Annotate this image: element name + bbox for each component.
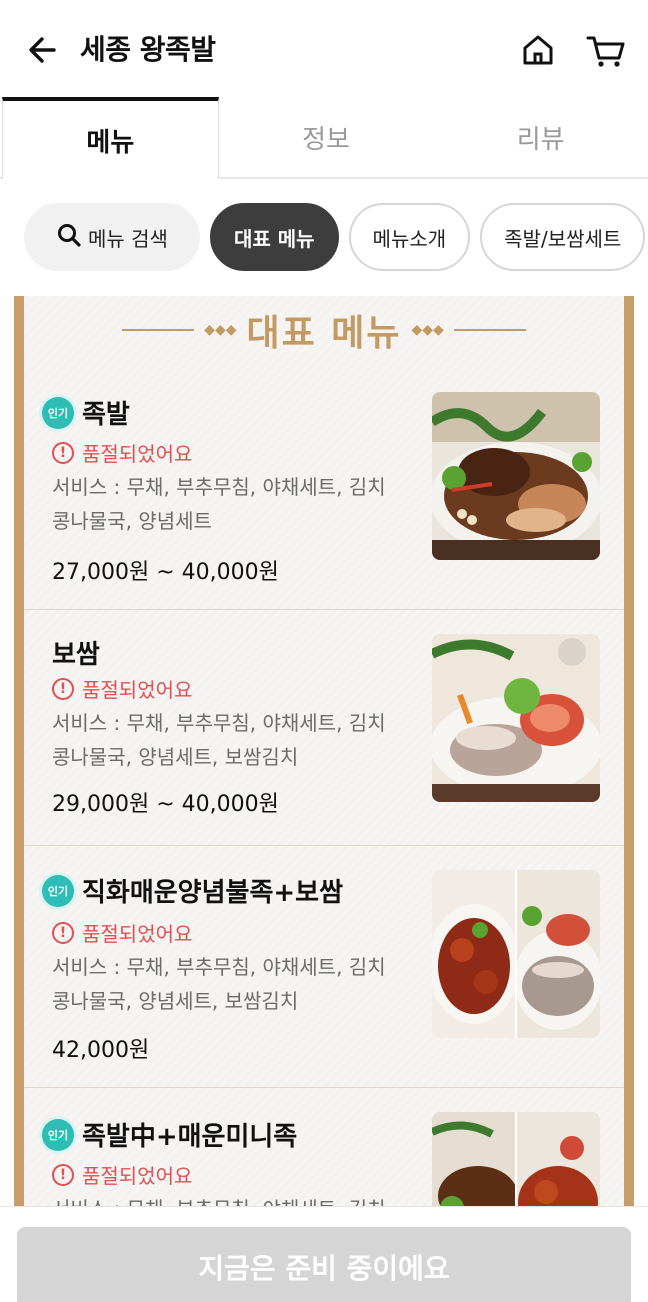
warning-icon: ! — [52, 1163, 74, 1186]
bottom-action-bar: 지금은 준비 중이에요 — [0, 1206, 648, 1302]
chip-signature-menu[interactable]: 대표 메뉴 — [209, 203, 339, 271]
menu-item[interactable]: 인기 족발 ! 품절되었어요 서비스 : 무채, 부추무침, 야채세트, 김치 … — [24, 368, 624, 610]
soldout-label: 품절되었어요 — [82, 442, 193, 466]
menu-item-name-row: 인기 족발中+매운미니족 — [42, 1116, 297, 1153]
tab-review[interactable]: 리뷰 — [433, 97, 648, 177]
chip-jokbal-bossam-set[interactable]: 족발/보쌈세트 — [480, 203, 646, 271]
soldout-status: ! 품절되었어요 — [52, 918, 192, 947]
soldout-label: 품절되었어요 — [82, 1164, 193, 1188]
store-tabs: 메뉴 정보 리뷰 — [0, 97, 648, 179]
menu-item-name-row: 인기 족발 — [42, 394, 130, 431]
ornament-diamonds-left: ◆◆◆ — [204, 322, 237, 338]
description-line: 서비스 : 무채, 부추무침, 야채세트, 김치 — [52, 711, 386, 735]
popular-badge: 인기 — [42, 396, 74, 429]
jokbal-photo — [432, 392, 600, 560]
app-header: 세종 왕족발 — [0, 0, 648, 100]
warning-icon: ! — [52, 441, 74, 464]
description-line: 콩나물국, 양념세트, 보쌈김치 — [52, 989, 299, 1013]
menu-search-label: 메뉴 검색 — [88, 226, 168, 251]
board-title: 대표 메뉴 — [246, 313, 402, 354]
back-arrow-icon[interactable] — [24, 30, 64, 70]
menu-item-description: 서비스 : 무채, 부추무침, 야채세트, 김치 콩나물국, 양념세트 — [52, 470, 422, 538]
warning-icon: ! — [52, 677, 74, 700]
ornament-diamonds-right: ◆◆◆ — [411, 322, 444, 338]
menu-item[interactable]: 인기 직화매운양념불족+보쌈 ! 품절되었어요 서비스 : 무채, 부추무침, … — [24, 846, 624, 1088]
menu-item-price: 29,000원 ~ 40,000원 — [52, 792, 279, 817]
spicy-jokbal-bossam-photo — [432, 870, 600, 1038]
description-line: 콩나물국, 양념세트 — [52, 509, 212, 533]
menu-item-name-row: 보쌈 — [52, 634, 100, 671]
menu-item-description: 서비스 : 무채, 부추무침, 야채세트, 김치 콩나물국, 양념세트, 보쌈김… — [52, 950, 422, 1018]
warning-icon: ! — [52, 921, 74, 944]
tab-info[interactable]: 정보 — [219, 97, 434, 177]
tab-menu[interactable]: 메뉴 — [2, 97, 219, 179]
store-title: 세종 왕족발 — [80, 33, 216, 66]
soldout-label: 품절되었어요 — [82, 678, 193, 702]
ornament-line-left — [122, 329, 195, 331]
menu-item-name: 족발 — [82, 400, 130, 430]
menu-search-button[interactable]: 메뉴 검색 — [24, 203, 200, 271]
menu-item-description: 서비스 : 무채, 부추무침, 야채세트, 김치 콩나물국, 양념세트, 보쌈김… — [52, 706, 422, 774]
chip-menu-intro[interactable]: 메뉴소개 — [348, 203, 471, 271]
ornament-line-right — [453, 329, 526, 331]
menu-category-chips: 메뉴 검색 대표 메뉴 메뉴소개 족발/보쌈세트 — [24, 203, 648, 273]
order-button-disabled[interactable]: 지금은 준비 중이에요 — [17, 1227, 631, 1302]
soldout-status: ! 품절되었어요 — [52, 674, 192, 703]
board-title-row: ◆◆◆ 대표 메뉴 ◆◆◆ — [24, 300, 624, 360]
menu-item-price: 42,000원 — [52, 1038, 150, 1063]
soldout-status: ! 품절되었어요 — [52, 438, 192, 467]
menu-board-panel: ◆◆◆ 대표 메뉴 ◆◆◆ 인기 족발 ! 품절되었어요 서비스 : 무채, 부… — [24, 296, 624, 1302]
popular-badge: 인기 — [42, 874, 74, 907]
cart-icon[interactable] — [584, 30, 628, 70]
description-line: 서비스 : 무채, 부추무침, 야채세트, 김치 — [52, 955, 386, 979]
menu-item[interactable]: 보쌈 ! 품절되었어요 서비스 : 무채, 부추무침, 야채세트, 김치 콩나물… — [24, 610, 624, 846]
menu-board: ◆◆◆ 대표 메뉴 ◆◆◆ 인기 족발 ! 품절되었어요 서비스 : 무채, 부… — [14, 296, 634, 1302]
description-line: 서비스 : 무채, 부추무침, 야채세트, 김치 — [52, 475, 386, 499]
popular-badge: 인기 — [42, 1118, 74, 1151]
soldout-label: 품절되었어요 — [82, 922, 193, 946]
menu-item-name: 족발中+매운미니족 — [82, 1122, 298, 1152]
menu-item-name: 보쌈 — [52, 640, 100, 670]
menu-item-name-row: 인기 직화매운양념불족+보쌈 — [42, 872, 343, 909]
soldout-status: ! 품절되었어요 — [52, 1160, 192, 1189]
search-icon — [56, 222, 82, 253]
menu-item-price: 27,000원 ~ 40,000원 — [52, 560, 279, 585]
home-icon[interactable] — [518, 30, 558, 70]
menu-item-name: 직화매운양념불족+보쌈 — [82, 878, 343, 908]
description-line: 콩나물국, 양념세트, 보쌈김치 — [52, 745, 299, 769]
bossam-photo — [432, 634, 600, 802]
